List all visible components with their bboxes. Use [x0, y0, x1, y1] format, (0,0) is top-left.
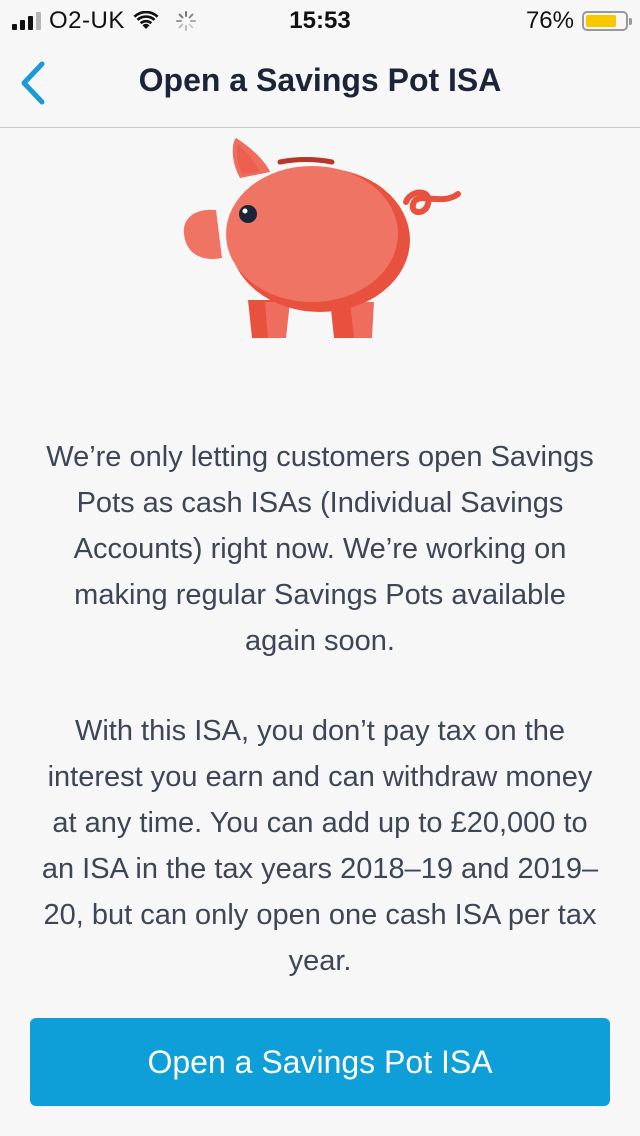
page-title: Open a Savings Pot ISA: [138, 62, 502, 98]
status-right: 76%: [525, 7, 632, 35]
tax-info-paragraph: With this ISA, you don’t pay tax on the …: [41, 715, 599, 977]
back-button[interactable]: [10, 58, 54, 108]
battery-percentage: 76%: [525, 7, 574, 34]
isa-info-paragraph: We’re only letting customers open Saving…: [46, 441, 594, 657]
status-bar: O2-UK 15:53 76%: [0, 0, 640, 40]
navigation-bar: Open a Savings Pot ISA: [0, 40, 640, 128]
chevron-left-icon: [21, 61, 45, 105]
piggy-bank-icon: [183, 138, 461, 338]
battery-icon: [582, 11, 632, 31]
open-savings-pot-isa-button[interactable]: Open a Savings Pot ISA: [30, 1018, 610, 1106]
